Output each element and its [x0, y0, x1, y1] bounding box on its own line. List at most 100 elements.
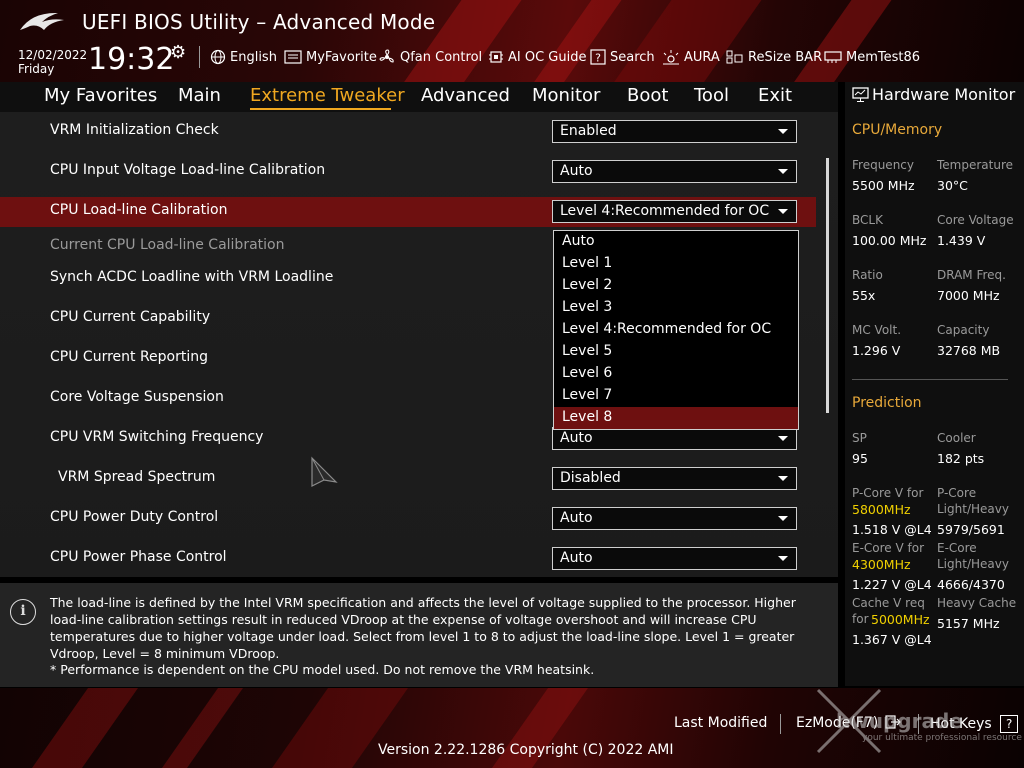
memtest86-label: MemTest86 — [846, 49, 921, 65]
option-level-8[interactable]: Level 8 — [554, 407, 798, 429]
myfavorite-button[interactable]: MyFavorite — [284, 48, 377, 66]
rog-logo-icon — [20, 12, 64, 30]
mouse-cursor-icon — [311, 456, 338, 487]
hw-label-core-voltage: Core Voltage — [937, 213, 1014, 227]
setting-label-cpu-llc[interactable]: CPU Load-line Calibration — [50, 202, 227, 218]
chevron-down-icon — [778, 169, 788, 174]
qfan-control-label: Qfan Control — [400, 49, 483, 65]
option-level-2[interactable]: Level 2 — [554, 275, 798, 297]
setting-label-cpu-input-llc[interactable]: CPU Input Voltage Load-line Calibration — [50, 162, 325, 178]
hw-value-ecore: 4666/4370 — [937, 577, 1005, 592]
hw-label-mc-volt: MC Volt. — [852, 323, 902, 337]
tab-monitor[interactable]: Monitor — [532, 85, 600, 106]
option-level-7[interactable]: Level 7 — [554, 385, 798, 407]
app-title: UEFI BIOS Utility – Advanced Mode — [82, 10, 436, 34]
option-level-3[interactable]: Level 3 — [554, 297, 798, 319]
setting-label-current-cpu-llc: Current CPU Load-line Calibration — [50, 237, 285, 253]
hw-value-cooler: 182 pts — [937, 451, 985, 466]
vrm-spread-spectrum-dropdown[interactable]: Disabled — [552, 467, 797, 490]
cpu-power-phase-dropdown[interactable]: Auto — [552, 547, 797, 570]
hw-label-capacity: Capacity — [937, 323, 990, 337]
watermark-brand-text: hwupgrade — [836, 709, 963, 733]
hw-value-capacity: 32768 MB — [937, 343, 1001, 358]
dropdown-value: Enabled — [560, 123, 617, 139]
date-display: 12/02/2022 Friday — [18, 48, 87, 76]
hw-label-pcore-v: P-Core V for — [852, 486, 924, 500]
search-button[interactable]: ? Search — [590, 48, 655, 66]
hw-value-bclk: 100.00 MHz — [852, 233, 927, 248]
hw-divider — [852, 379, 1008, 380]
hw-value-frequency: 5500 MHz — [852, 178, 915, 193]
ai-oc-guide-icon — [489, 51, 503, 63]
setting-label-cpu-current-capability[interactable]: CPU Current Capability — [50, 309, 210, 325]
hw-value-cache-v: 1.367 V @L4 — [852, 632, 932, 647]
option-auto[interactable]: Auto — [554, 231, 798, 253]
tab-main[interactable]: Main — [178, 85, 221, 106]
hw-label-pcore-sub: Light/Heavy — [937, 502, 1009, 516]
tab-tool[interactable]: Tool — [694, 85, 729, 106]
globe-icon — [210, 49, 226, 65]
ai-oc-guide-button[interactable]: AI OC Guide — [488, 48, 586, 66]
watermark-tagline-text: your ultimate professional resource — [862, 733, 1022, 743]
help-note-text: * Performance is dependent on the CPU mo… — [50, 662, 595, 677]
tab-advanced[interactable]: Advanced — [421, 85, 510, 106]
llc-options-list: Auto Level 1 Level 2 Level 3 Level 4:Rec… — [553, 230, 799, 430]
prediction-heading: Prediction — [852, 395, 922, 411]
setting-label-cpu-power-phase[interactable]: CPU Power Phase Control — [50, 549, 227, 565]
option-level-5[interactable]: Level 5 — [554, 341, 798, 363]
vrm-init-check-dropdown[interactable]: Enabled — [552, 120, 797, 143]
hw-value-ecore-v: 1.227 V @L4 — [852, 577, 932, 592]
setting-label-vrm-init-check[interactable]: VRM Initialization Check — [50, 122, 219, 138]
cpu-input-llc-dropdown[interactable]: Auto — [552, 160, 797, 183]
option-level-1[interactable]: Level 1 — [554, 253, 798, 275]
language-button[interactable]: English — [210, 48, 277, 66]
hwupgrade-watermark-logo: hwupgrade your ultimate professional res… — [816, 688, 1022, 754]
hw-value-temperature: 30°C — [937, 178, 968, 193]
chevron-down-icon — [778, 476, 788, 481]
option-level-6[interactable]: Level 6 — [554, 363, 798, 385]
footer-divider — [780, 714, 781, 734]
tab-boot[interactable]: Boot — [627, 85, 668, 106]
qfan-control-button[interactable]: Qfan Control — [378, 48, 482, 66]
cpu-llc-dropdown[interactable]: Level 4:Recommended for OC — [552, 200, 797, 223]
hw-label-dram-freq: DRAM Freq. — [937, 268, 1006, 282]
svg-text:?: ? — [595, 52, 601, 65]
tab-extreme-tweaker[interactable]: Extreme Tweaker — [250, 85, 405, 106]
cpu-vrm-switching-freq-dropdown[interactable]: Auto — [552, 427, 797, 450]
setting-label-cpu-current-reporting[interactable]: CPU Current Reporting — [50, 349, 208, 365]
hardware-monitor-title: Hardware Monitor — [872, 85, 1016, 104]
resize-bar-button[interactable]: ReSize BAR — [726, 48, 822, 66]
ai-oc-guide-label: AI OC Guide — [508, 49, 587, 65]
option-level-4[interactable]: Level 4:Recommended for OC — [554, 319, 798, 341]
hw-value-pcore-v: 1.518 V @L4 — [852, 522, 932, 537]
aura-button[interactable]: AURA — [662, 48, 720, 66]
hw-label-ecore-v: E-Core V for — [852, 541, 925, 555]
clock-settings-gear-icon[interactable]: ⚙ — [170, 42, 186, 63]
aura-label: AURA — [684, 49, 720, 65]
hw-pcore-v-freq: 5800MHz — [852, 502, 911, 517]
setting-label-synch-acdc[interactable]: Synch ACDC Loadline with VRM Loadline — [50, 269, 333, 285]
chevron-down-icon — [778, 436, 788, 441]
setting-label-cpu-power-duty[interactable]: CPU Power Duty Control — [50, 509, 218, 525]
chevron-down-icon — [778, 556, 788, 561]
settings-scrollbar[interactable] — [826, 158, 829, 413]
setting-label-cpu-vrm-switching-freq[interactable]: CPU VRM Switching Frequency — [50, 429, 263, 445]
hw-value-sp: 95 — [852, 451, 868, 466]
hw-value-mc-volt: 1.296 V — [852, 343, 901, 358]
memtest86-button[interactable]: MemTest86 — [824, 48, 920, 66]
chevron-down-icon — [778, 209, 788, 214]
setting-label-vrm-spread-spectrum[interactable]: VRM Spread Spectrum — [58, 469, 215, 485]
tab-my-favorites[interactable]: My Favorites — [44, 85, 157, 106]
tab-exit[interactable]: Exit — [758, 85, 792, 106]
dropdown-value: Auto — [560, 163, 593, 179]
hw-cache-v-freq: 5000MHz — [871, 612, 930, 627]
hw-value-pcore: 5979/5691 — [937, 522, 1005, 537]
active-tab-underline — [250, 108, 391, 110]
last-modified-button[interactable]: Last Modified — [674, 715, 767, 731]
hw-label-cache-v-for: for — [852, 612, 869, 626]
cpu-power-duty-dropdown[interactable]: Auto — [552, 507, 797, 530]
hw-value-ratio: 55x — [852, 288, 876, 303]
favorite-icon — [284, 50, 302, 64]
cpu-memory-heading: CPU/Memory — [852, 122, 943, 138]
setting-label-core-voltage-suspension[interactable]: Core Voltage Suspension — [50, 389, 224, 405]
